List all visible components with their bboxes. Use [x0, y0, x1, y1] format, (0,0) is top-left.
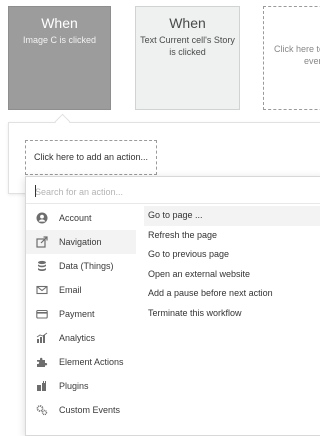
category-analytics[interactable]: Analytics	[26, 326, 136, 350]
action-item[interactable]: Refresh the page	[144, 226, 320, 246]
gears-icon	[36, 404, 48, 416]
category-label: Account	[59, 213, 92, 223]
category-email[interactable]: Email	[26, 278, 136, 302]
event-card-subtitle: Text Current cell's Story is clicked	[140, 35, 235, 57]
category-label: Plugins	[59, 381, 89, 391]
category-label: Navigation	[59, 237, 102, 247]
credit-card-icon	[36, 308, 48, 320]
text-caret	[35, 185, 36, 197]
category-label: Payment	[59, 309, 95, 319]
action-item[interactable]: Add a pause before next action	[144, 284, 320, 304]
event-card-image-c-clicked[interactable]: When Image C is clicked	[8, 6, 111, 110]
envelope-icon	[36, 284, 48, 296]
user-circle-icon	[36, 212, 48, 224]
category-label: Email	[59, 285, 82, 295]
event-card-text-clicked[interactable]: When Text Current cell's Story is clicke…	[135, 6, 240, 110]
event-card-title: When	[41, 15, 78, 31]
action-item[interactable]: Go to previous page	[144, 245, 320, 265]
category-custom-events[interactable]: Custom Events	[26, 398, 136, 422]
category-account[interactable]: Account	[26, 206, 136, 230]
event-card-title: When	[169, 15, 206, 31]
add-action-button[interactable]: Click here to add an action...	[25, 140, 157, 175]
database-icon	[36, 260, 48, 272]
add-event-label: Click here to	[274, 44, 320, 54]
search-divider	[26, 203, 320, 204]
navigation-arrow-icon	[36, 236, 48, 248]
puzzle-icon	[36, 356, 48, 368]
action-list: Go to page ... Refresh the page Go to pr…	[144, 206, 320, 324]
category-label: Custom Events	[59, 405, 121, 415]
action-item[interactable]: Go to page ...	[144, 206, 320, 226]
category-payment[interactable]: Payment	[26, 302, 136, 326]
category-label: Analytics	[59, 333, 96, 343]
add-event-card[interactable]: Click here to ever	[263, 6, 320, 110]
add-event-label-line2: ever	[304, 56, 320, 66]
action-item[interactable]: Terminate this workflow	[144, 304, 320, 324]
category-label: Element Actions	[59, 357, 124, 367]
category-label: Data (Things)	[59, 261, 114, 271]
bar-chart-icon	[36, 332, 48, 344]
action-search-input[interactable]	[35, 182, 315, 202]
action-item[interactable]: Open an external website	[144, 265, 320, 285]
category-list: Account Navigation Data (Things) Email P…	[26, 206, 136, 422]
category-data-things[interactable]: Data (Things)	[26, 254, 136, 278]
category-navigation[interactable]: Navigation	[26, 230, 136, 254]
category-element-actions[interactable]: Element Actions	[26, 350, 136, 374]
action-picker: Account Navigation Data (Things) Email P…	[25, 176, 320, 436]
event-card-subtitle: Image C is clicked	[22, 35, 97, 45]
plugin-icon	[36, 380, 48, 392]
category-plugins[interactable]: Plugins	[26, 374, 136, 398]
